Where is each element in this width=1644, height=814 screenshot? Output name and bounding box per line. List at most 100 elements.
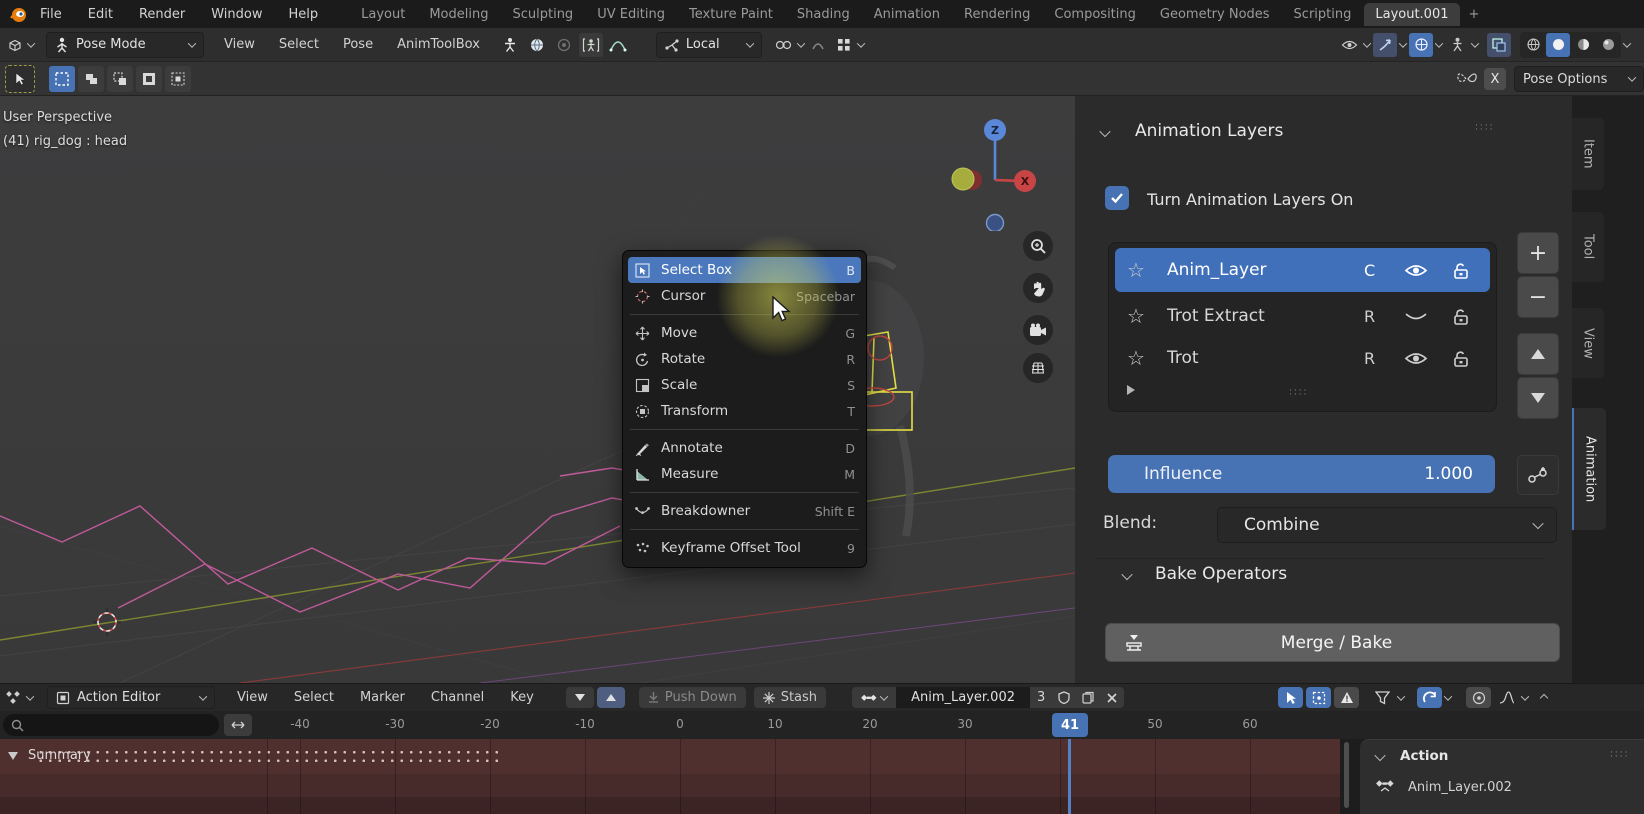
sidebar-tab-item[interactable]: Item [1572, 118, 1604, 190]
animation-layers-panel-title[interactable]: Animation Layers [1135, 121, 1283, 141]
ortho-grid-button[interactable] [1023, 353, 1053, 383]
menu-item-select-box[interactable]: Select Box B [628, 257, 861, 283]
star-icon[interactable]: ☆ [1127, 306, 1145, 326]
viewport-3d[interactable]: User Perspective (41) rig_dog : head Z X [0, 96, 1075, 683]
sidebar-tab-view[interactable]: View [1572, 308, 1604, 378]
visibility-chevron-icon[interactable] [1362, 38, 1372, 48]
layer-row-anim-layer[interactable]: ☆ Anim_Layer C [1115, 248, 1490, 292]
menu-item-cursor[interactable]: Cursor Spacebar [628, 283, 861, 309]
snap-keys-icon[interactable] [1417, 687, 1442, 708]
editor-mode-selector[interactable]: Action Editor [47, 686, 215, 709]
turn-animation-layers-checkbox[interactable] [1105, 186, 1129, 210]
dopesheet-menu-view[interactable]: View [227, 690, 278, 705]
select-mode-intersect-icon[interactable] [165, 65, 191, 92]
unlock-icon[interactable] [1450, 350, 1490, 367]
unlock-icon[interactable] [1450, 262, 1490, 279]
camera-view-button[interactable] [1023, 315, 1053, 345]
animation-layers-collapse-icon[interactable] [1099, 125, 1111, 138]
stash-button[interactable]: Stash [753, 687, 827, 708]
star-icon[interactable]: ☆ [1127, 260, 1145, 280]
eye-open-icon[interactable] [1404, 351, 1450, 366]
blend-dropdown[interactable]: Combine [1217, 507, 1557, 543]
push-down-button[interactable]: Push Down [638, 687, 746, 708]
select-mode-new-icon[interactable] [49, 65, 75, 92]
panel-grip-icon[interactable]: ···· ···· [1475, 122, 1494, 135]
workspace-tab-rendering[interactable]: Rendering [953, 3, 1041, 26]
workspace-tab-shading[interactable]: Shading [786, 3, 861, 26]
workspace-tab-modeling[interactable]: Modeling [418, 3, 499, 26]
expand-channels-button[interactable] [224, 714, 252, 736]
pose-display-chevron-icon[interactable] [1470, 38, 1480, 48]
mode-selector[interactable]: Pose Mode [46, 31, 204, 58]
workspace-tab-animation[interactable]: Animation [863, 3, 951, 26]
menu-edit[interactable]: Edit [78, 7, 123, 22]
filter-funnel-icon[interactable] [1370, 687, 1395, 708]
dopesheet-menu-select[interactable]: Select [284, 690, 344, 705]
pivot-point-icon[interactable] [772, 33, 796, 57]
action-name-field[interactable]: Anim_Layer.002 [896, 687, 1031, 708]
merge-bake-button[interactable]: Merge / Bake [1105, 623, 1560, 662]
navigation-gizmo[interactable]: Z X [900, 106, 1050, 231]
options-chevron-icon[interactable] [856, 38, 866, 48]
eye-closed-icon[interactable] [1404, 309, 1450, 324]
zoom-tool-button[interactable] [1023, 231, 1053, 261]
layer-row-trot-extract[interactable]: ☆ Trot Extract R [1115, 296, 1490, 336]
star-icon[interactable]: ☆ [1127, 348, 1145, 368]
menu-file[interactable]: File [30, 7, 72, 22]
action-specials-down-button[interactable] [565, 687, 594, 708]
shading-wireframe-icon[interactable] [1521, 33, 1545, 57]
bake-operators-collapse-icon[interactable] [1121, 568, 1133, 581]
menu-item-move[interactable]: Move G [628, 320, 861, 346]
selection-marquee-icon[interactable] [1306, 687, 1331, 708]
options-grid-icon[interactable] [832, 33, 856, 57]
arc-curve-icon[interactable] [606, 33, 630, 57]
add-workspace-button[interactable]: + [1462, 3, 1487, 26]
rig-character-icon[interactable] [498, 33, 522, 57]
layer-row-trot[interactable]: ☆ Trot R [1115, 338, 1490, 378]
viewport-menu-view[interactable]: View [214, 37, 265, 52]
proportional-dot-icon[interactable] [1466, 687, 1491, 708]
channel-search-input[interactable] [3, 714, 219, 736]
dopesheet-menu-key[interactable]: Key [500, 690, 544, 705]
action-panel-collapse-icon[interactable] [1374, 749, 1386, 762]
unlock-icon[interactable] [1450, 308, 1490, 325]
workspace-tab-scripting[interactable]: Scripting [1283, 3, 1363, 26]
unlink-action-button[interactable] [1100, 687, 1125, 708]
sphere-dim-icon[interactable] [552, 33, 576, 57]
snap-chevron-icon[interactable] [1443, 691, 1453, 701]
xray-toggle-icon[interactable] [1487, 32, 1511, 57]
menu-item-measure[interactable]: Measure M [628, 461, 861, 487]
workspace-tab-geometry-nodes[interactable]: Geometry Nodes [1149, 3, 1281, 26]
pose-options-dropdown[interactable]: Pose Options [1514, 66, 1644, 92]
playhead-line[interactable] [1068, 739, 1071, 814]
add-layer-button[interactable]: + [1517, 232, 1559, 274]
normalize-curve-icon[interactable] [1494, 687, 1519, 708]
shading-solid-icon[interactable] [1546, 32, 1570, 57]
workspace-tab-texture-paint[interactable]: Texture Paint [678, 3, 784, 26]
workspace-tab-uv-editing[interactable]: UV Editing [586, 3, 676, 26]
shading-rendered-icon[interactable] [1596, 33, 1620, 57]
workspace-tab-compositing[interactable]: Compositing [1043, 3, 1147, 26]
show-overlays-icon[interactable] [1409, 32, 1433, 57]
shading-chevron-icon[interactable] [1622, 38, 1632, 48]
select-mode-extend-icon[interactable] [78, 65, 104, 92]
pan-hand-button[interactable] [1023, 273, 1053, 303]
active-tool-tweak-icon[interactable] [5, 64, 35, 93]
menu-item-rotate[interactable]: Rotate R [628, 346, 861, 372]
normalize-chevron-icon[interactable] [1520, 691, 1530, 701]
workspace-tab-layout[interactable]: Layout [350, 3, 416, 26]
menu-item-scale[interactable]: Scale S [628, 372, 861, 398]
sidebar-tab-tool[interactable]: Tool [1572, 212, 1604, 282]
blender-logo-icon[interactable] [9, 5, 27, 23]
overlays-chevron-icon[interactable] [1434, 38, 1444, 48]
viewport-menu-animtoolbox[interactable]: AnimToolBox [387, 37, 490, 52]
pose-display-icon[interactable] [1445, 33, 1469, 57]
viewport-menu-select[interactable]: Select [269, 37, 329, 52]
show-errors-warning-icon[interactable] [1334, 687, 1359, 708]
pivot-chevron-icon[interactable] [796, 38, 806, 48]
workspace-tab-layout-001[interactable]: Layout.001 [1364, 2, 1460, 26]
action-panel-item-name[interactable]: Anim_Layer.002 [1408, 780, 1512, 795]
bake-operators-panel-title[interactable]: Bake Operators [1155, 564, 1287, 584]
menu-item-transform[interactable]: Transform T [628, 398, 861, 424]
editor-type-button[interactable] [6, 36, 36, 54]
